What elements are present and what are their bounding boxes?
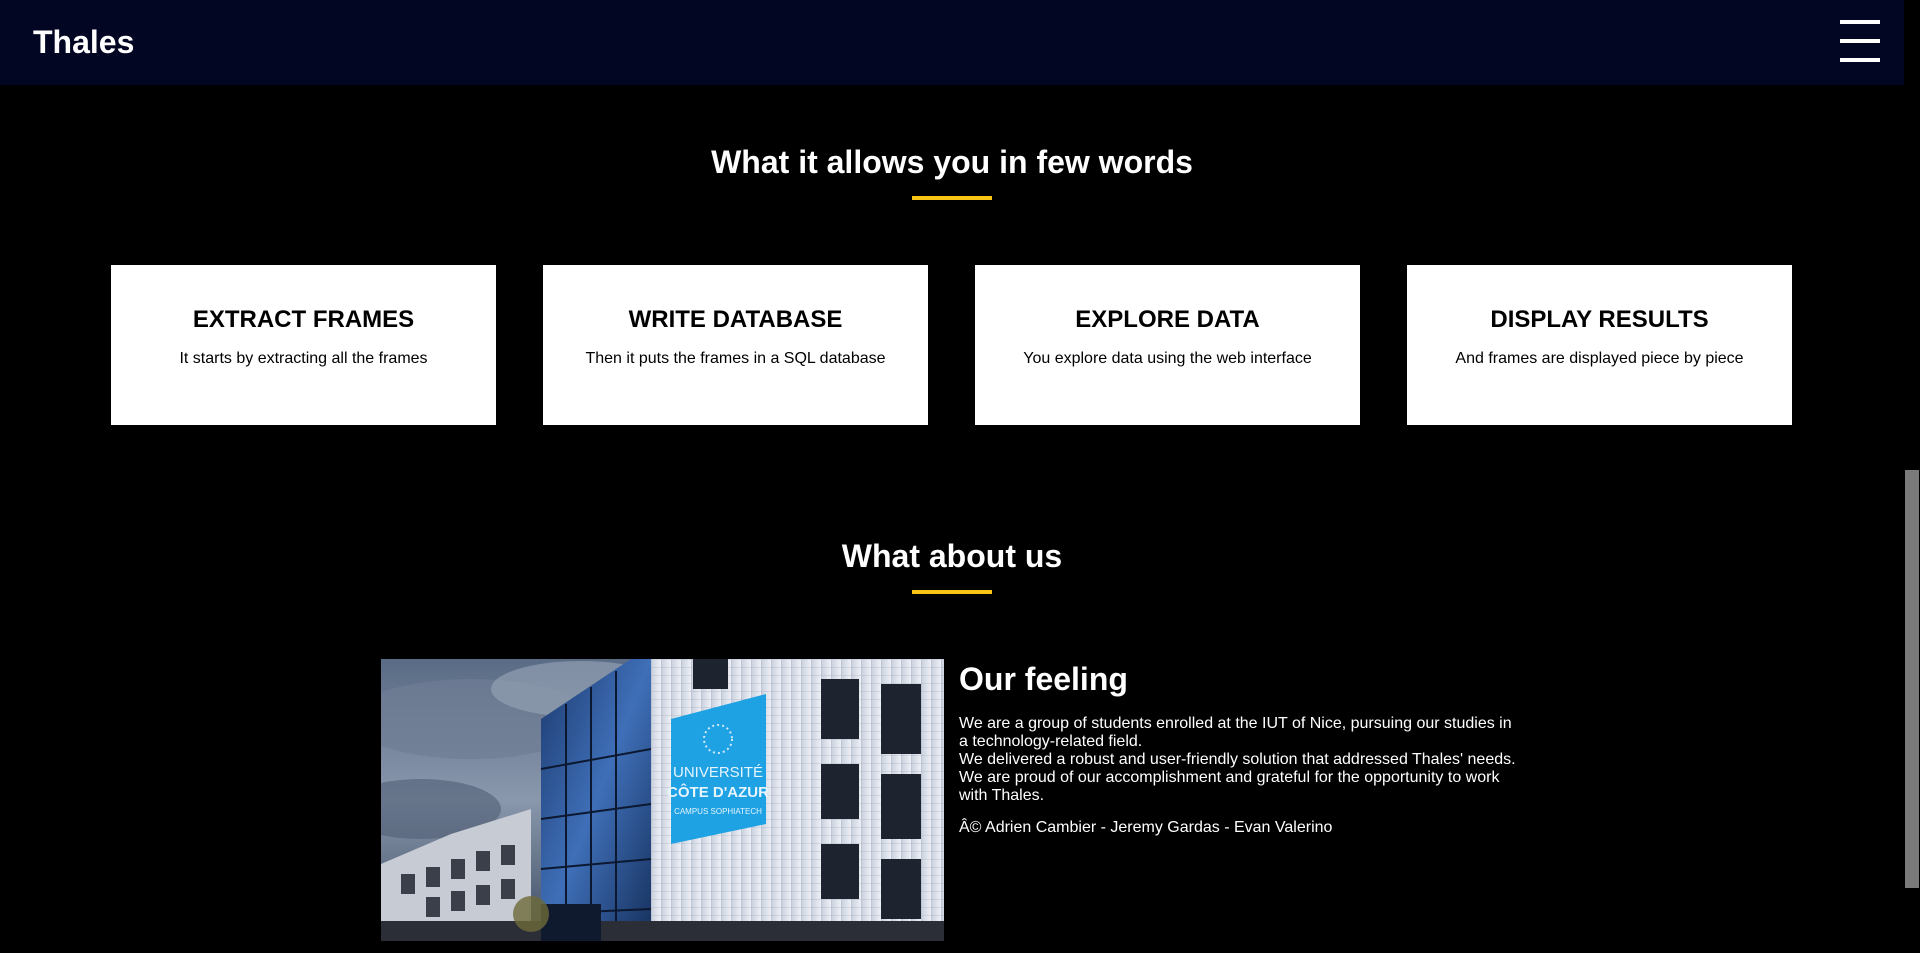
sign-text-line2: CÔTE D'AZUR xyxy=(667,783,769,801)
about-title-underline xyxy=(912,590,992,594)
feature-card-title: EXPLORE DATA xyxy=(1075,306,1260,333)
page-scrollbar[interactable] xyxy=(1904,0,1920,953)
feature-card-title: EXTRACT FRAMES xyxy=(192,306,415,333)
hamburger-menu-icon[interactable] xyxy=(1840,20,1880,62)
feature-card-write-database: WRITE DATABASE Then it puts the frames i… xyxy=(543,265,928,425)
sign-text-line1: UNIVERSITÉ xyxy=(673,764,763,781)
about-credits: Â© Adrien Cambier - Jeremy Gardas - Evan… xyxy=(959,819,1333,836)
feature-card-text: And frames are displayed piece by piece xyxy=(1455,350,1744,367)
about-line: We are proud of our accomplishment and g… xyxy=(959,769,1500,804)
feature-card-display-results: DISPLAY RESULTS And frames are displayed… xyxy=(1407,265,1792,425)
about-section-title: What about us xyxy=(841,538,1063,574)
campus-photo: UNIVERSITÉ CÔTE D'AZUR CAMPUS SOPHIATECH xyxy=(381,659,944,941)
about-heading: Our feeling xyxy=(959,661,1128,697)
menu-bar xyxy=(1840,20,1880,24)
brand-link[interactable]: Thales xyxy=(33,22,134,62)
feature-card-extract-frames: EXTRACT FRAMES It starts by extracting a… xyxy=(111,265,496,425)
about-text-block: Our feeling We are a group of students e… xyxy=(959,659,1524,837)
feature-card-title: DISPLAY RESULTS xyxy=(1490,306,1709,333)
menu-bar xyxy=(1840,39,1880,43)
about-line: We are a group of students enrolled at t… xyxy=(959,715,1512,750)
feature-card-title: WRITE DATABASE xyxy=(628,306,843,333)
scrollbar-thumb[interactable] xyxy=(1905,470,1919,888)
menu-bar xyxy=(1840,58,1880,62)
features-title-underline xyxy=(912,196,992,200)
navbar: Thales xyxy=(0,0,1904,85)
features-section-title: What it allows you in few words xyxy=(711,144,1193,180)
feature-card-explore-data: EXPLORE DATA You explore data using the … xyxy=(975,265,1360,425)
about-line: We delivered a robust and user-friendly … xyxy=(959,751,1516,768)
sign-text-line3: CAMPUS SOPHIATECH xyxy=(674,807,762,816)
feature-card-text: You explore data using the web interface xyxy=(1023,350,1312,367)
feature-card-text: Then it puts the frames in a SQL databas… xyxy=(585,350,886,367)
about-paragraph: We are a group of students enrolled at t… xyxy=(959,715,1524,805)
page: Thales What it allows you in few words E… xyxy=(0,0,1920,953)
feature-card-text: It starts by extracting all the frames xyxy=(179,350,428,367)
